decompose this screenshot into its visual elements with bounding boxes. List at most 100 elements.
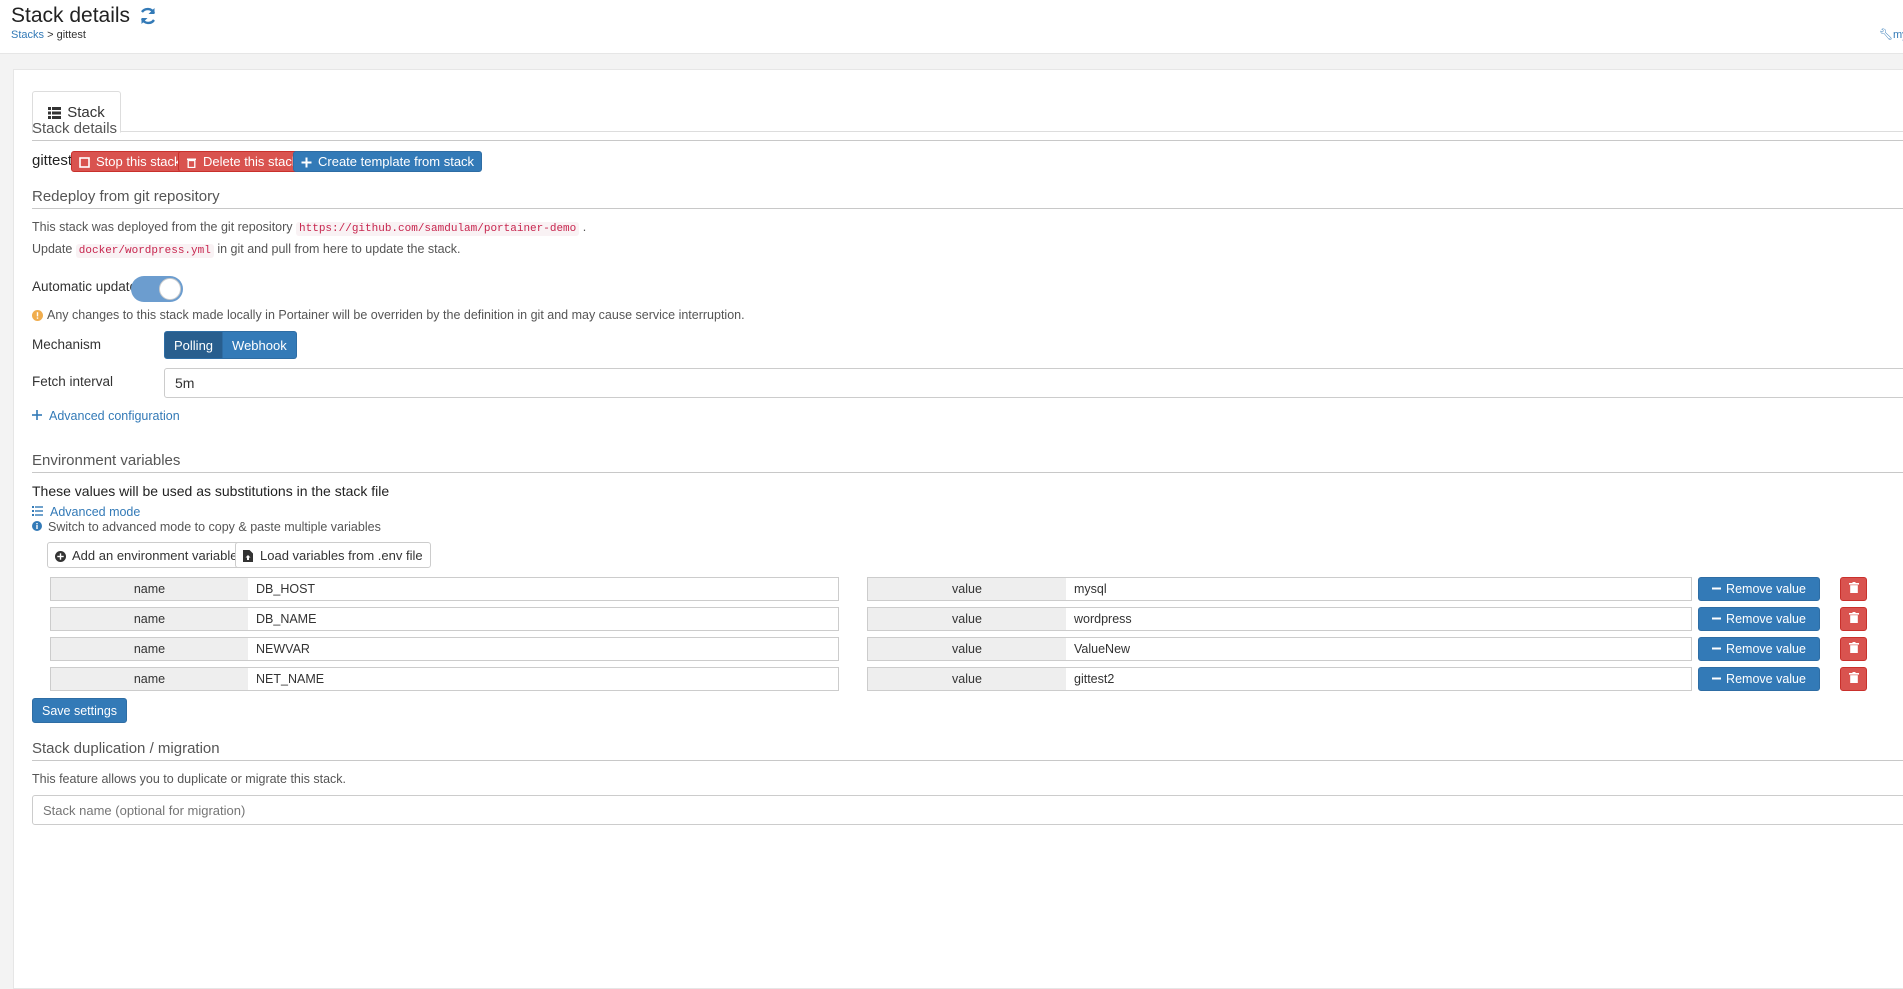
file-upload-icon xyxy=(243,549,254,562)
deployed-from-text: This stack was deployed from the git rep… xyxy=(32,220,587,236)
update-prefix: Update xyxy=(32,242,73,256)
value-addon: value xyxy=(867,637,1067,661)
delete-env-var-button[interactable] xyxy=(1840,607,1867,631)
deployed-suffix: . xyxy=(582,220,587,234)
advanced-mode-hint: Switch to advanced mode to copy & paste … xyxy=(32,520,381,534)
minus-icon xyxy=(1712,582,1722,596)
value-addon: value xyxy=(867,607,1067,631)
breadcrumb-stacks-link[interactable]: Stacks xyxy=(11,29,44,41)
env-value-input[interactable]: mysql xyxy=(1066,577,1692,601)
delete-stack-button[interactable]: Delete this stack xyxy=(178,151,307,172)
duplication-description: This feature allows you to duplicate or … xyxy=(32,772,347,786)
stack-name: gittest xyxy=(32,152,73,169)
env-description: These values will be used as substitutio… xyxy=(32,483,390,499)
stop-icon xyxy=(79,156,90,168)
automatic-updates-label: Automatic updates xyxy=(32,279,144,294)
trash-icon xyxy=(1848,640,1859,658)
trash-icon xyxy=(1848,670,1859,688)
env-value-input[interactable]: gittest2 xyxy=(1066,667,1692,691)
delete-stack-label: Delete this stack xyxy=(203,154,299,169)
mechanism-webhook-button[interactable]: Webhook xyxy=(223,331,297,359)
compose-file: docker/wordpress.yml xyxy=(75,244,214,258)
page-title-text: Stack details xyxy=(11,4,131,27)
trash-icon xyxy=(1848,580,1859,598)
add-env-var-label: Add an environment variable xyxy=(72,547,238,563)
my-account-label: my account xyxy=(1892,29,1903,41)
git-override-warning: Any changes to this stack made locally i… xyxy=(32,308,745,322)
fetch-interval-input[interactable]: 5m xyxy=(164,368,1903,398)
repo-url: https://github.com/samdulam/portainer-de… xyxy=(296,222,580,236)
update-suffix: in git and pull from here to update the … xyxy=(217,242,461,256)
env-var-row: name DB_HOST value mysql xyxy=(50,577,1692,601)
delete-env-var-button[interactable] xyxy=(1840,667,1867,691)
wrench-icon: 🔧︎ xyxy=(1879,29,1893,41)
section-title-redeploy: Redeploy from git repository xyxy=(32,188,1903,209)
plus-icon xyxy=(301,156,312,168)
warning-text: Any changes to this stack made locally i… xyxy=(47,308,745,322)
minus-icon xyxy=(1712,642,1722,656)
remove-value-button[interactable]: Remove value xyxy=(1698,637,1820,661)
remove-value-button[interactable]: Remove value xyxy=(1698,607,1820,631)
deployed-prefix: This stack was deployed from the git rep… xyxy=(32,220,293,234)
tab-stack-label: Stack xyxy=(67,103,105,121)
advanced-mode-link[interactable]: Advanced mode xyxy=(32,505,140,519)
create-template-button[interactable]: Create template from stack xyxy=(293,151,483,172)
plus-circle-icon xyxy=(55,550,66,562)
section-title-stack-details: Stack details xyxy=(32,120,1903,141)
env-var-row: name NET_NAME value gittest2 xyxy=(50,667,1692,691)
advanced-mode-hint-text: Switch to advanced mode to copy & paste … xyxy=(48,520,381,534)
name-addon: name xyxy=(50,577,249,601)
remove-value-button[interactable]: Remove value xyxy=(1698,577,1820,601)
fetch-interval-label: Fetch interval xyxy=(32,374,114,389)
stop-stack-button[interactable]: Stop this stack xyxy=(71,151,189,172)
remove-value-label: Remove value xyxy=(1726,612,1806,626)
update-compose-text: Update docker/wordpress.yml in git and p… xyxy=(32,242,461,258)
env-value-input[interactable]: wordpress xyxy=(1066,607,1692,631)
breadcrumb-current: gittest xyxy=(56,29,86,41)
delete-env-var-button[interactable] xyxy=(1840,577,1867,601)
delete-env-var-button[interactable] xyxy=(1840,637,1867,661)
env-name-input[interactable]: NET_NAME xyxy=(248,667,839,691)
list-ol-icon xyxy=(32,505,43,519)
load-env-file-button[interactable]: Load variables from .env file xyxy=(235,542,431,568)
trash-icon xyxy=(186,156,197,169)
info-icon xyxy=(32,520,42,534)
value-addon: value xyxy=(867,577,1067,601)
mechanism-polling-button[interactable]: Polling xyxy=(164,331,224,359)
env-name-input[interactable]: NEWVAR xyxy=(248,637,839,661)
toggle-knob xyxy=(159,278,181,300)
breadcrumb: Stacks > gittest xyxy=(11,29,86,41)
env-value-input[interactable]: ValueNew xyxy=(1066,637,1692,661)
stack-panel: Stack Stack details gittest Stop this st… xyxy=(13,69,1903,989)
add-env-var-button[interactable]: Add an environment variable xyxy=(47,542,246,568)
save-settings-button[interactable]: Save settings xyxy=(32,698,128,723)
warning-icon xyxy=(32,309,43,321)
page-header: Stack details Stacks > gittest 🔧︎my acco… xyxy=(0,0,1903,54)
remove-value-label: Remove value xyxy=(1726,672,1806,686)
create-template-label: Create template from stack xyxy=(318,154,475,169)
advanced-configuration-link[interactable]: Advanced configuration xyxy=(32,409,180,423)
section-title-env-vars: Environment variables xyxy=(32,452,1903,473)
mechanism-label: Mechanism xyxy=(32,337,102,352)
value-addon: value xyxy=(867,667,1067,691)
env-name-input[interactable]: DB_HOST xyxy=(248,577,839,601)
name-addon: name xyxy=(50,667,249,691)
advanced-configuration-label: Advanced configuration xyxy=(49,409,180,423)
refresh-icon[interactable] xyxy=(138,6,158,26)
env-var-row: name NEWVAR value ValueNew xyxy=(50,637,1692,661)
minus-icon xyxy=(1712,672,1722,686)
plus-icon xyxy=(32,409,42,423)
remove-value-label: Remove value xyxy=(1726,642,1806,656)
section-title-duplication: Stack duplication / migration xyxy=(32,740,1903,761)
trash-icon xyxy=(1848,610,1859,628)
stop-stack-label: Stop this stack xyxy=(96,154,181,169)
load-env-file-label: Load variables from .env file xyxy=(260,547,423,563)
name-addon: name xyxy=(50,637,249,661)
automatic-updates-toggle[interactable] xyxy=(131,276,183,302)
stack-name-input[interactable] xyxy=(32,795,1903,825)
remove-value-button[interactable]: Remove value xyxy=(1698,667,1820,691)
breadcrumb-separator: > xyxy=(47,29,54,41)
my-account-link[interactable]: 🔧︎my account xyxy=(1879,28,1903,41)
remove-value-label: Remove value xyxy=(1726,582,1806,596)
env-name-input[interactable]: DB_NAME xyxy=(248,607,839,631)
